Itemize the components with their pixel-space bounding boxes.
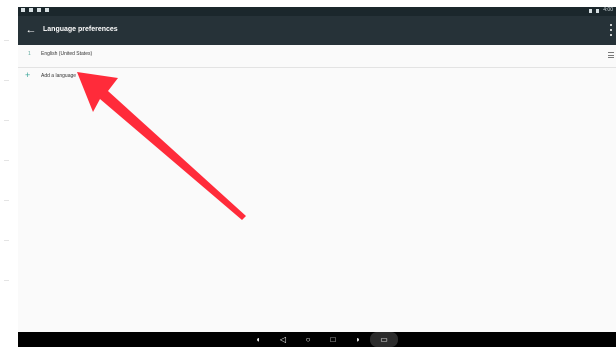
gutter-tick xyxy=(4,120,9,121)
volume-down-icon[interactable]: ◖ xyxy=(251,334,265,345)
language-list: 1 English (United States) + Add a langua… xyxy=(18,45,616,90)
status-bar: 4:00 xyxy=(18,7,616,16)
gutter-tick xyxy=(4,280,9,281)
status-time: 4:00 xyxy=(603,7,613,13)
language-row[interactable]: 1 English (United States) xyxy=(18,45,616,68)
drag-handle-icon[interactable] xyxy=(608,52,614,58)
bluetooth-icon xyxy=(589,8,593,13)
notification-icon xyxy=(45,8,49,12)
notification-icons xyxy=(21,8,49,12)
gutter-tick xyxy=(4,80,9,81)
gutter-tick xyxy=(4,240,9,241)
notification-icon xyxy=(21,8,25,12)
gutter-tick xyxy=(4,200,9,201)
gutter-tick xyxy=(4,40,9,41)
screenshot-nav-icon[interactable]: ▭ xyxy=(377,334,391,345)
back-nav-icon[interactable]: ◁ xyxy=(276,334,290,345)
android-screen: 4:00 ← Language preferences 1 English (U… xyxy=(18,7,616,347)
more-vert-icon[interactable] xyxy=(608,24,614,36)
recents-nav-icon[interactable]: □ xyxy=(326,334,340,345)
volume-up-icon[interactable]: ◗ xyxy=(351,334,365,345)
left-gutter xyxy=(0,0,18,347)
plus-icon: + xyxy=(25,70,31,80)
language-rank: 1 xyxy=(28,51,31,57)
home-nav-icon[interactable]: ○ xyxy=(301,334,315,345)
navigation-bar: ◖ ◁ ○ □ ◗ ▭ xyxy=(18,332,616,347)
add-language-label: Add a language xyxy=(41,73,77,79)
add-language-button[interactable]: + Add a language xyxy=(18,68,616,90)
battery-icon xyxy=(596,8,600,13)
system-icons: 4:00 xyxy=(589,8,613,13)
notification-icon xyxy=(29,8,33,12)
arrow-left-icon[interactable]: ← xyxy=(24,24,38,36)
notification-icon xyxy=(37,8,41,12)
page-title: Language preferences xyxy=(43,26,118,33)
app-bar: ← Language preferences xyxy=(18,16,616,45)
gutter-tick xyxy=(4,160,9,161)
language-name: English (United States) xyxy=(41,51,93,57)
